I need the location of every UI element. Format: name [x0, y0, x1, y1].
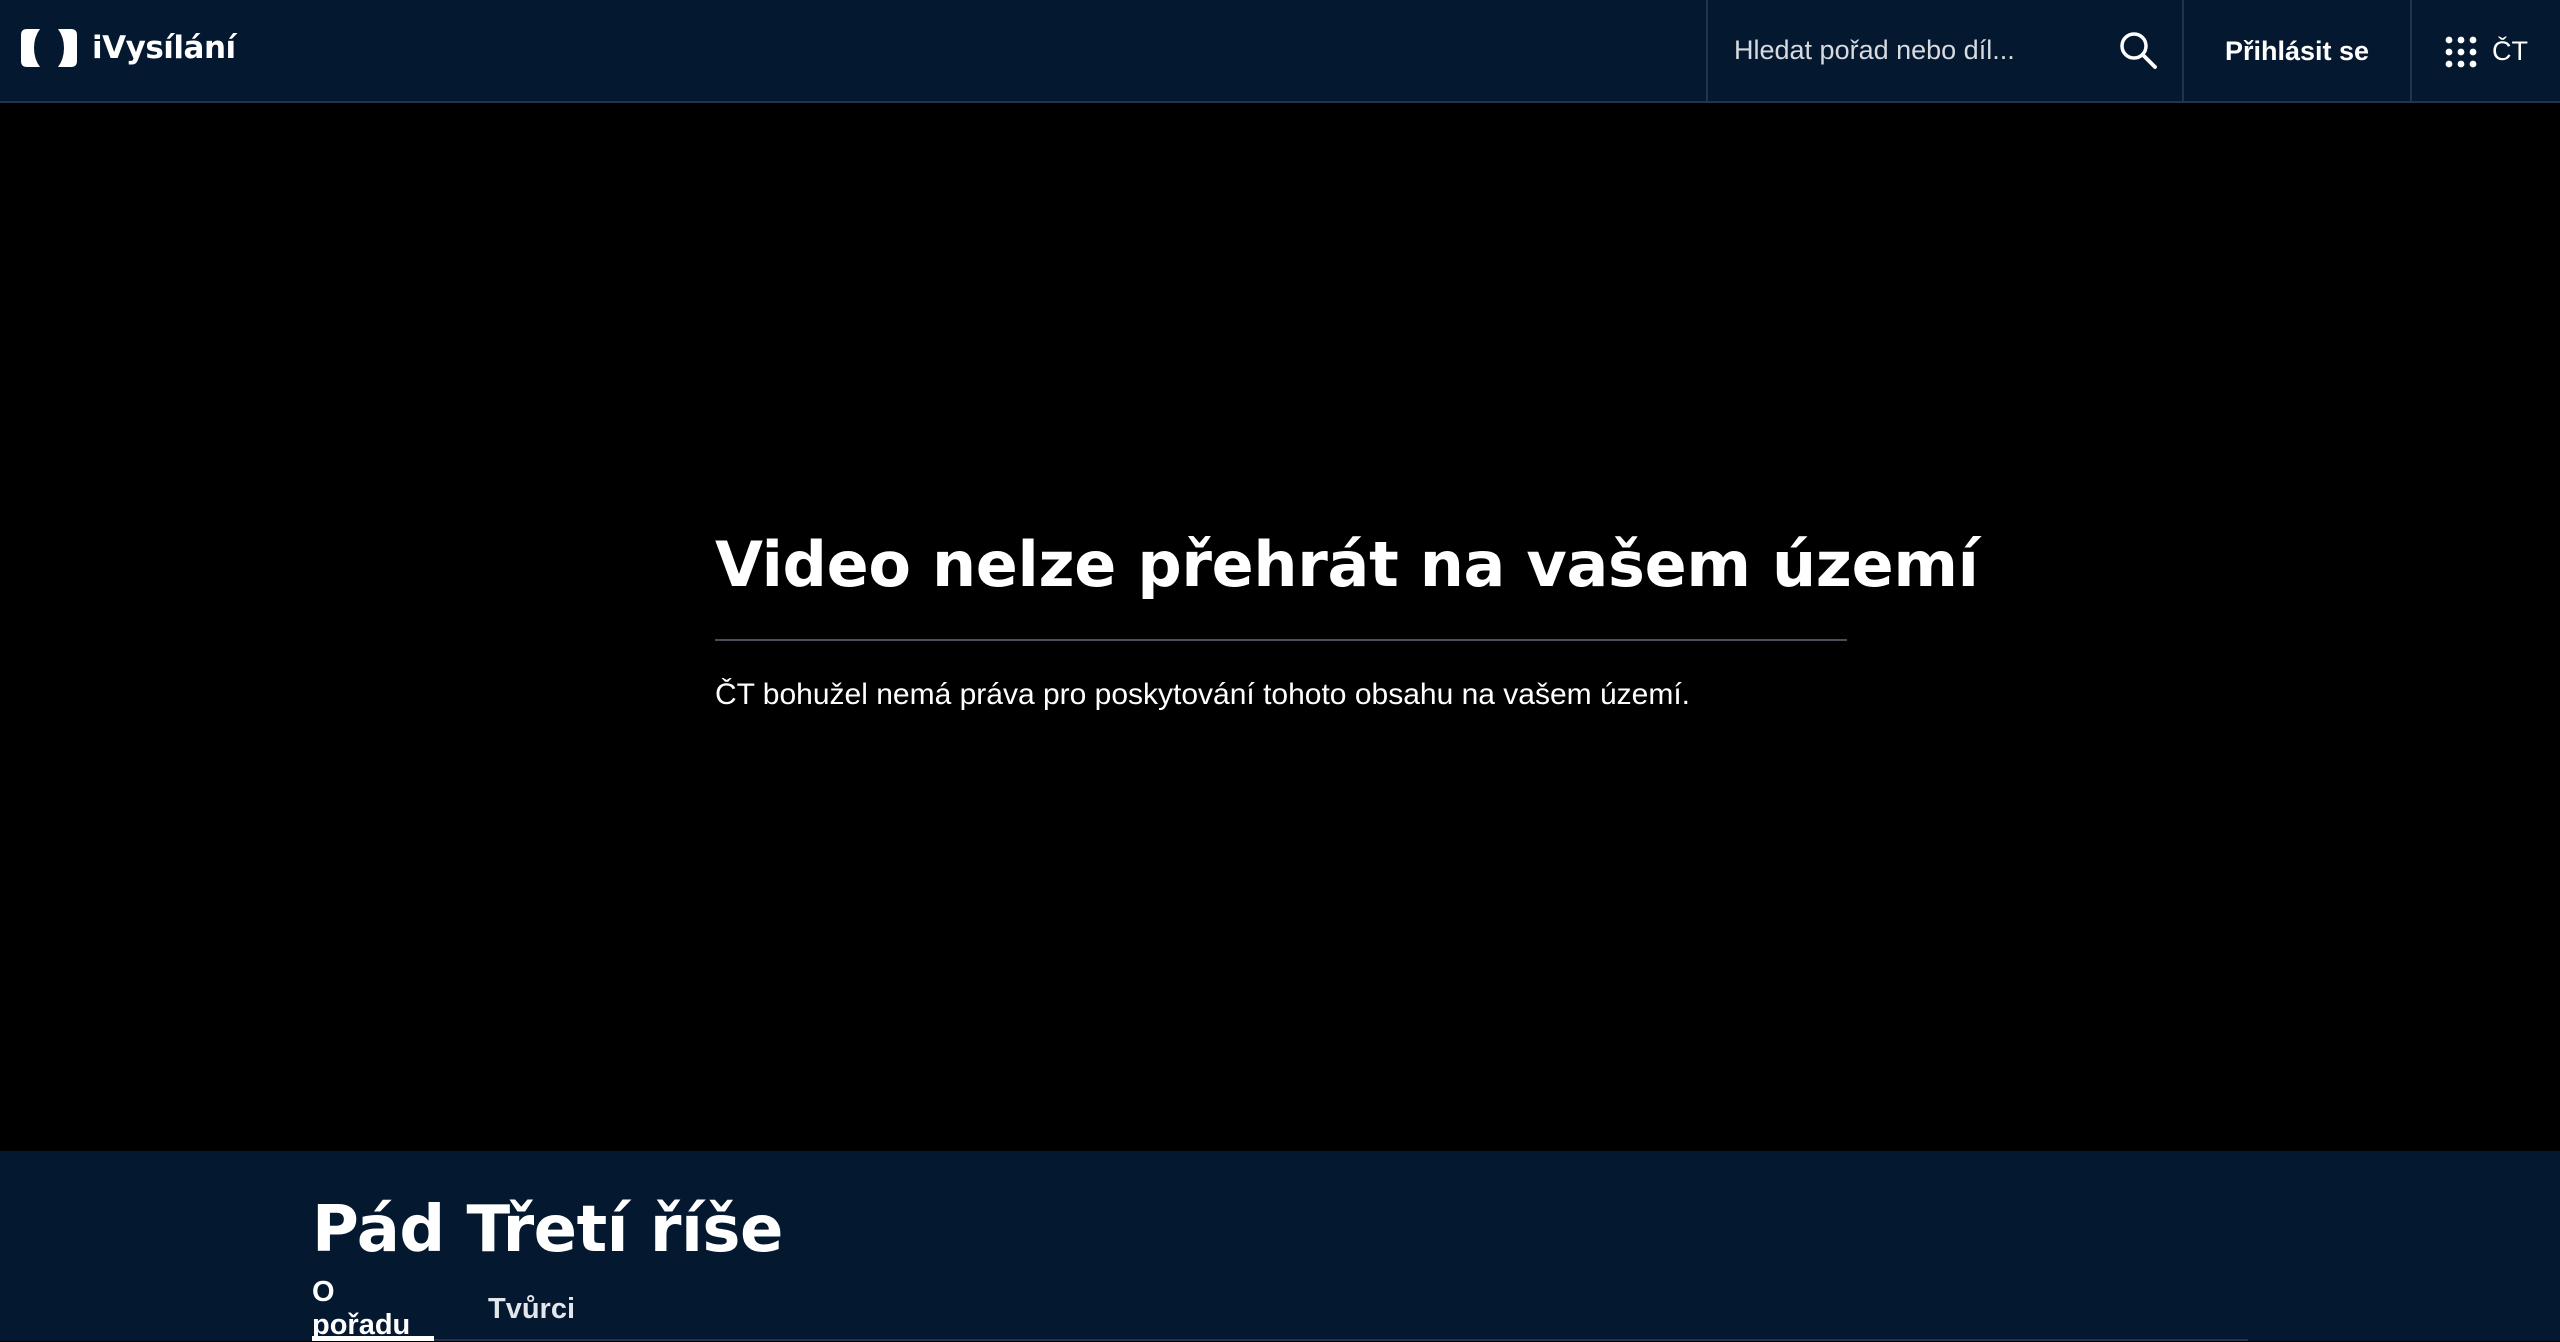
tab-about[interactable]: O pořadu — [312, 1276, 434, 1341]
top-navigation-bar: iVysílání Přihlásit se ČT — [0, 0, 2560, 103]
search-input[interactable] — [1734, 27, 2094, 73]
tab-creators[interactable]: Tvůrci — [488, 1279, 575, 1339]
tab-creators-label: Tvůrci — [488, 1292, 576, 1325]
search-icon[interactable] — [2118, 30, 2158, 70]
tab-about-label: O pořadu — [312, 1276, 411, 1341]
show-title: Pád Třetí říše — [312, 1193, 783, 1267]
geo-block-message: Video nelze přehrát na vašem území ČT bo… — [715, 525, 1979, 715]
ct-apps-menu-button[interactable]: ČT — [2412, 0, 2560, 103]
video-player: Video nelze přehrát na vašem území ČT bo… — [0, 105, 2560, 1151]
ct-logo-icon — [21, 29, 77, 67]
grid-icon — [2445, 36, 2477, 67]
ct-menu-label: ČT — [2492, 36, 2528, 66]
show-tabs: O pořadu Tvůrci — [312, 1276, 2248, 1341]
active-tab-indicator — [312, 1336, 434, 1341]
message-title: Video nelze přehrát na vašem území — [715, 528, 1979, 601]
message-text: ČT bohužel nemá práva pro poskytování to… — [715, 678, 1691, 711]
show-info: Pád Třetí říše O pořadu Tvůrci — [0, 1151, 2560, 1341]
login-button[interactable]: Přihlásit se — [2184, 0, 2412, 103]
search-box — [1706, 0, 2184, 103]
message-divider — [715, 639, 1847, 641]
logo-text: iVysílání — [92, 30, 236, 66]
ivysilani-logo[interactable]: iVysílání — [18, 26, 236, 70]
